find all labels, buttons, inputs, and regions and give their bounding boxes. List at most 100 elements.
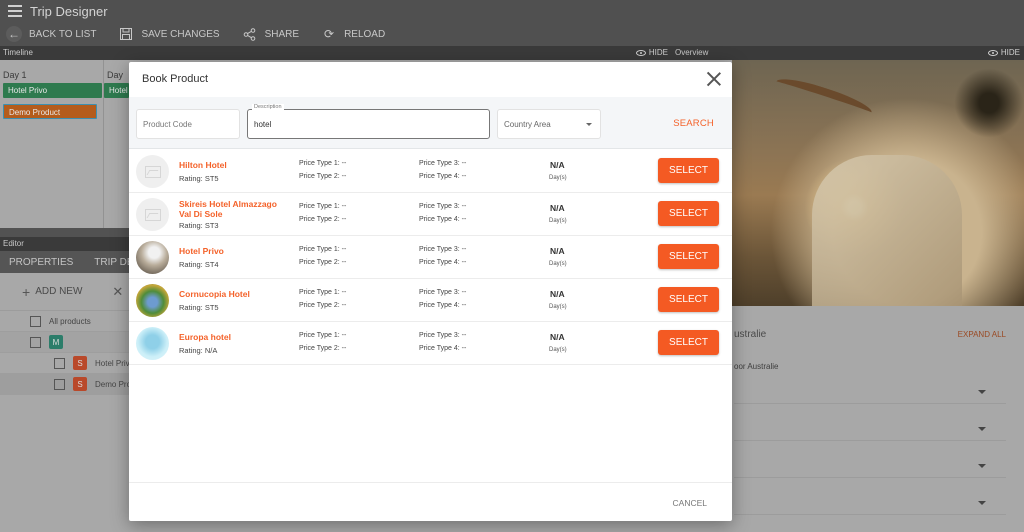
- dialog-header: Book Product: [129, 62, 732, 97]
- timeline-item-hotel[interactable]: Hotel: [104, 83, 129, 98]
- eye-icon: [635, 50, 646, 56]
- country-area-select[interactable]: Country Area: [497, 109, 601, 139]
- overview-hide-button[interactable]: HIDE: [987, 46, 1020, 60]
- price-type-1: Price Type 1: --: [299, 203, 347, 210]
- dialog-footer: CANCEL: [129, 482, 732, 521]
- image-placeholder-icon: [144, 208, 161, 221]
- product-rating: Rating: ST5: [179, 174, 219, 183]
- price-type-1: Price Type 1: --: [299, 160, 347, 167]
- select-button[interactable]: SELECT: [658, 158, 719, 183]
- group-badge: M: [49, 335, 63, 349]
- product-label[interactable]: Hotel Priv: [95, 359, 130, 368]
- all-products-checkbox[interactable]: [30, 315, 41, 327]
- select-button[interactable]: SELECT: [658, 244, 719, 269]
- delete-icon[interactable]: ✕: [112, 284, 123, 300]
- day-label: Day 1: [3, 70, 27, 80]
- title-row: Trip Designer: [8, 2, 108, 20]
- timeline-bar: Timeline HIDE: [0, 46, 672, 60]
- add-new-button[interactable]: + ADD NEW: [22, 284, 82, 300]
- result-row: Skireis Hotel Almazzago Val Di Sole Rati…: [129, 193, 732, 236]
- share-button[interactable]: SHARE: [242, 26, 299, 42]
- app-header: Trip Designer ← BACK TO LIST SAVE CHANGE…: [0, 0, 1024, 46]
- price-type-1: Price Type 1: --: [299, 246, 347, 253]
- search-button[interactable]: SEARCH: [673, 118, 714, 129]
- expand-all-button[interactable]: EXPAND ALL: [958, 330, 1006, 339]
- price-type-3: Price Type 3: --: [419, 246, 467, 253]
- product-rating: Rating: ST3: [179, 221, 219, 230]
- product-name-link[interactable]: Europa hotel: [179, 332, 289, 342]
- overview-bar: Overview HIDE: [672, 46, 1024, 60]
- description-input[interactable]: [254, 119, 489, 129]
- reload-icon: ⟳: [324, 27, 335, 41]
- product-name-link[interactable]: Hilton Hotel: [179, 160, 289, 170]
- price-type-2: Price Type 2: --: [299, 302, 347, 309]
- app-title: Trip Designer: [30, 3, 108, 19]
- product-code-input[interactable]: [143, 119, 239, 129]
- price-type-3: Price Type 3: --: [419, 289, 467, 296]
- all-products-label: All products: [49, 316, 91, 326]
- timeline-item-demo-product[interactable]: Demo Product: [3, 104, 97, 119]
- price-type-4: Price Type 4: --: [419, 345, 467, 352]
- overview-dropdown[interactable]: [734, 454, 1006, 478]
- product-thumbnail: [136, 198, 169, 231]
- product-code-field[interactable]: [136, 109, 240, 139]
- overview-dropdown[interactable]: [734, 380, 1006, 404]
- caret-down-icon: [586, 123, 592, 126]
- hide-label: HIDE: [1000, 48, 1020, 57]
- product-thumbnail: [136, 241, 169, 274]
- duration-unit: Day(s): [549, 218, 567, 224]
- duration-value: N/A: [550, 203, 565, 213]
- product-name-link[interactable]: Skireis Hotel Almazzago Val Di Sole: [179, 199, 289, 219]
- timeline-item-hotel-privo[interactable]: Hotel Privo: [3, 83, 102, 98]
- back-to-list-button[interactable]: ← BACK TO LIST: [6, 26, 96, 42]
- description-field[interactable]: Description: [247, 104, 490, 139]
- result-row: Hilton Hotel Rating: ST5 Price Type 1: -…: [129, 150, 732, 193]
- hamburger-menu-icon[interactable]: [8, 5, 22, 17]
- share-icon: [242, 26, 258, 42]
- save-changes-button[interactable]: SAVE CHANGES: [118, 26, 220, 42]
- back-to-list-label: BACK TO LIST: [29, 28, 97, 40]
- country-area-placeholder: Country Area: [504, 119, 551, 129]
- caret-down-icon: [978, 501, 986, 505]
- search-bar: Description Country Area SEARCH: [129, 97, 732, 149]
- result-row: Europa hotel Rating: N/A Price Type 1: -…: [129, 322, 732, 365]
- eye-icon: [987, 50, 998, 56]
- price-type-3: Price Type 3: --: [419, 203, 467, 210]
- duration-value: N/A: [550, 332, 565, 342]
- select-button[interactable]: SELECT: [658, 201, 719, 226]
- reload-button[interactable]: ⟳ RELOAD: [321, 26, 385, 42]
- overview-dropdown[interactable]: [734, 491, 1006, 515]
- product-checkbox[interactable]: [54, 357, 65, 369]
- caret-down-icon: [978, 390, 986, 394]
- duration-unit: Day(s): [549, 347, 567, 353]
- timeline-hide-button[interactable]: HIDE: [635, 46, 668, 60]
- close-icon[interactable]: [706, 71, 722, 87]
- photo-tree: [954, 68, 1024, 138]
- tab-properties[interactable]: PROPERTIES: [9, 257, 73, 268]
- product-checkbox[interactable]: [54, 378, 65, 390]
- price-type-2: Price Type 2: --: [299, 216, 347, 223]
- product-rating: Rating: ST4: [179, 260, 219, 269]
- hide-label: HIDE: [648, 48, 668, 57]
- product-label[interactable]: Demo Pro: [95, 380, 131, 389]
- product-name-link[interactable]: Cornucopia Hotel: [179, 289, 289, 299]
- product-thumbnail: [136, 284, 169, 317]
- description-label: Description: [252, 104, 284, 110]
- duration-value: N/A: [550, 160, 565, 170]
- share-label: SHARE: [264, 28, 300, 40]
- group-checkbox[interactable]: [30, 336, 41, 348]
- product-rating: Rating: ST5: [179, 303, 219, 312]
- price-type-3: Price Type 3: --: [419, 332, 467, 339]
- product-badge: S: [73, 356, 87, 370]
- dialog-title: Book Product: [142, 73, 209, 85]
- select-button[interactable]: SELECT: [658, 330, 719, 355]
- tab-trip-details[interactable]: TRIP DE: [94, 257, 133, 268]
- product-thumbnail: [136, 327, 169, 360]
- select-button[interactable]: SELECT: [658, 287, 719, 312]
- price-type-4: Price Type 4: --: [419, 216, 467, 223]
- cancel-button[interactable]: CANCEL: [673, 498, 707, 508]
- product-thumbnail: [136, 155, 169, 188]
- product-name-link[interactable]: Hotel Privo: [179, 246, 289, 256]
- overview-dropdown[interactable]: [734, 417, 1006, 441]
- image-placeholder-icon: [144, 165, 161, 178]
